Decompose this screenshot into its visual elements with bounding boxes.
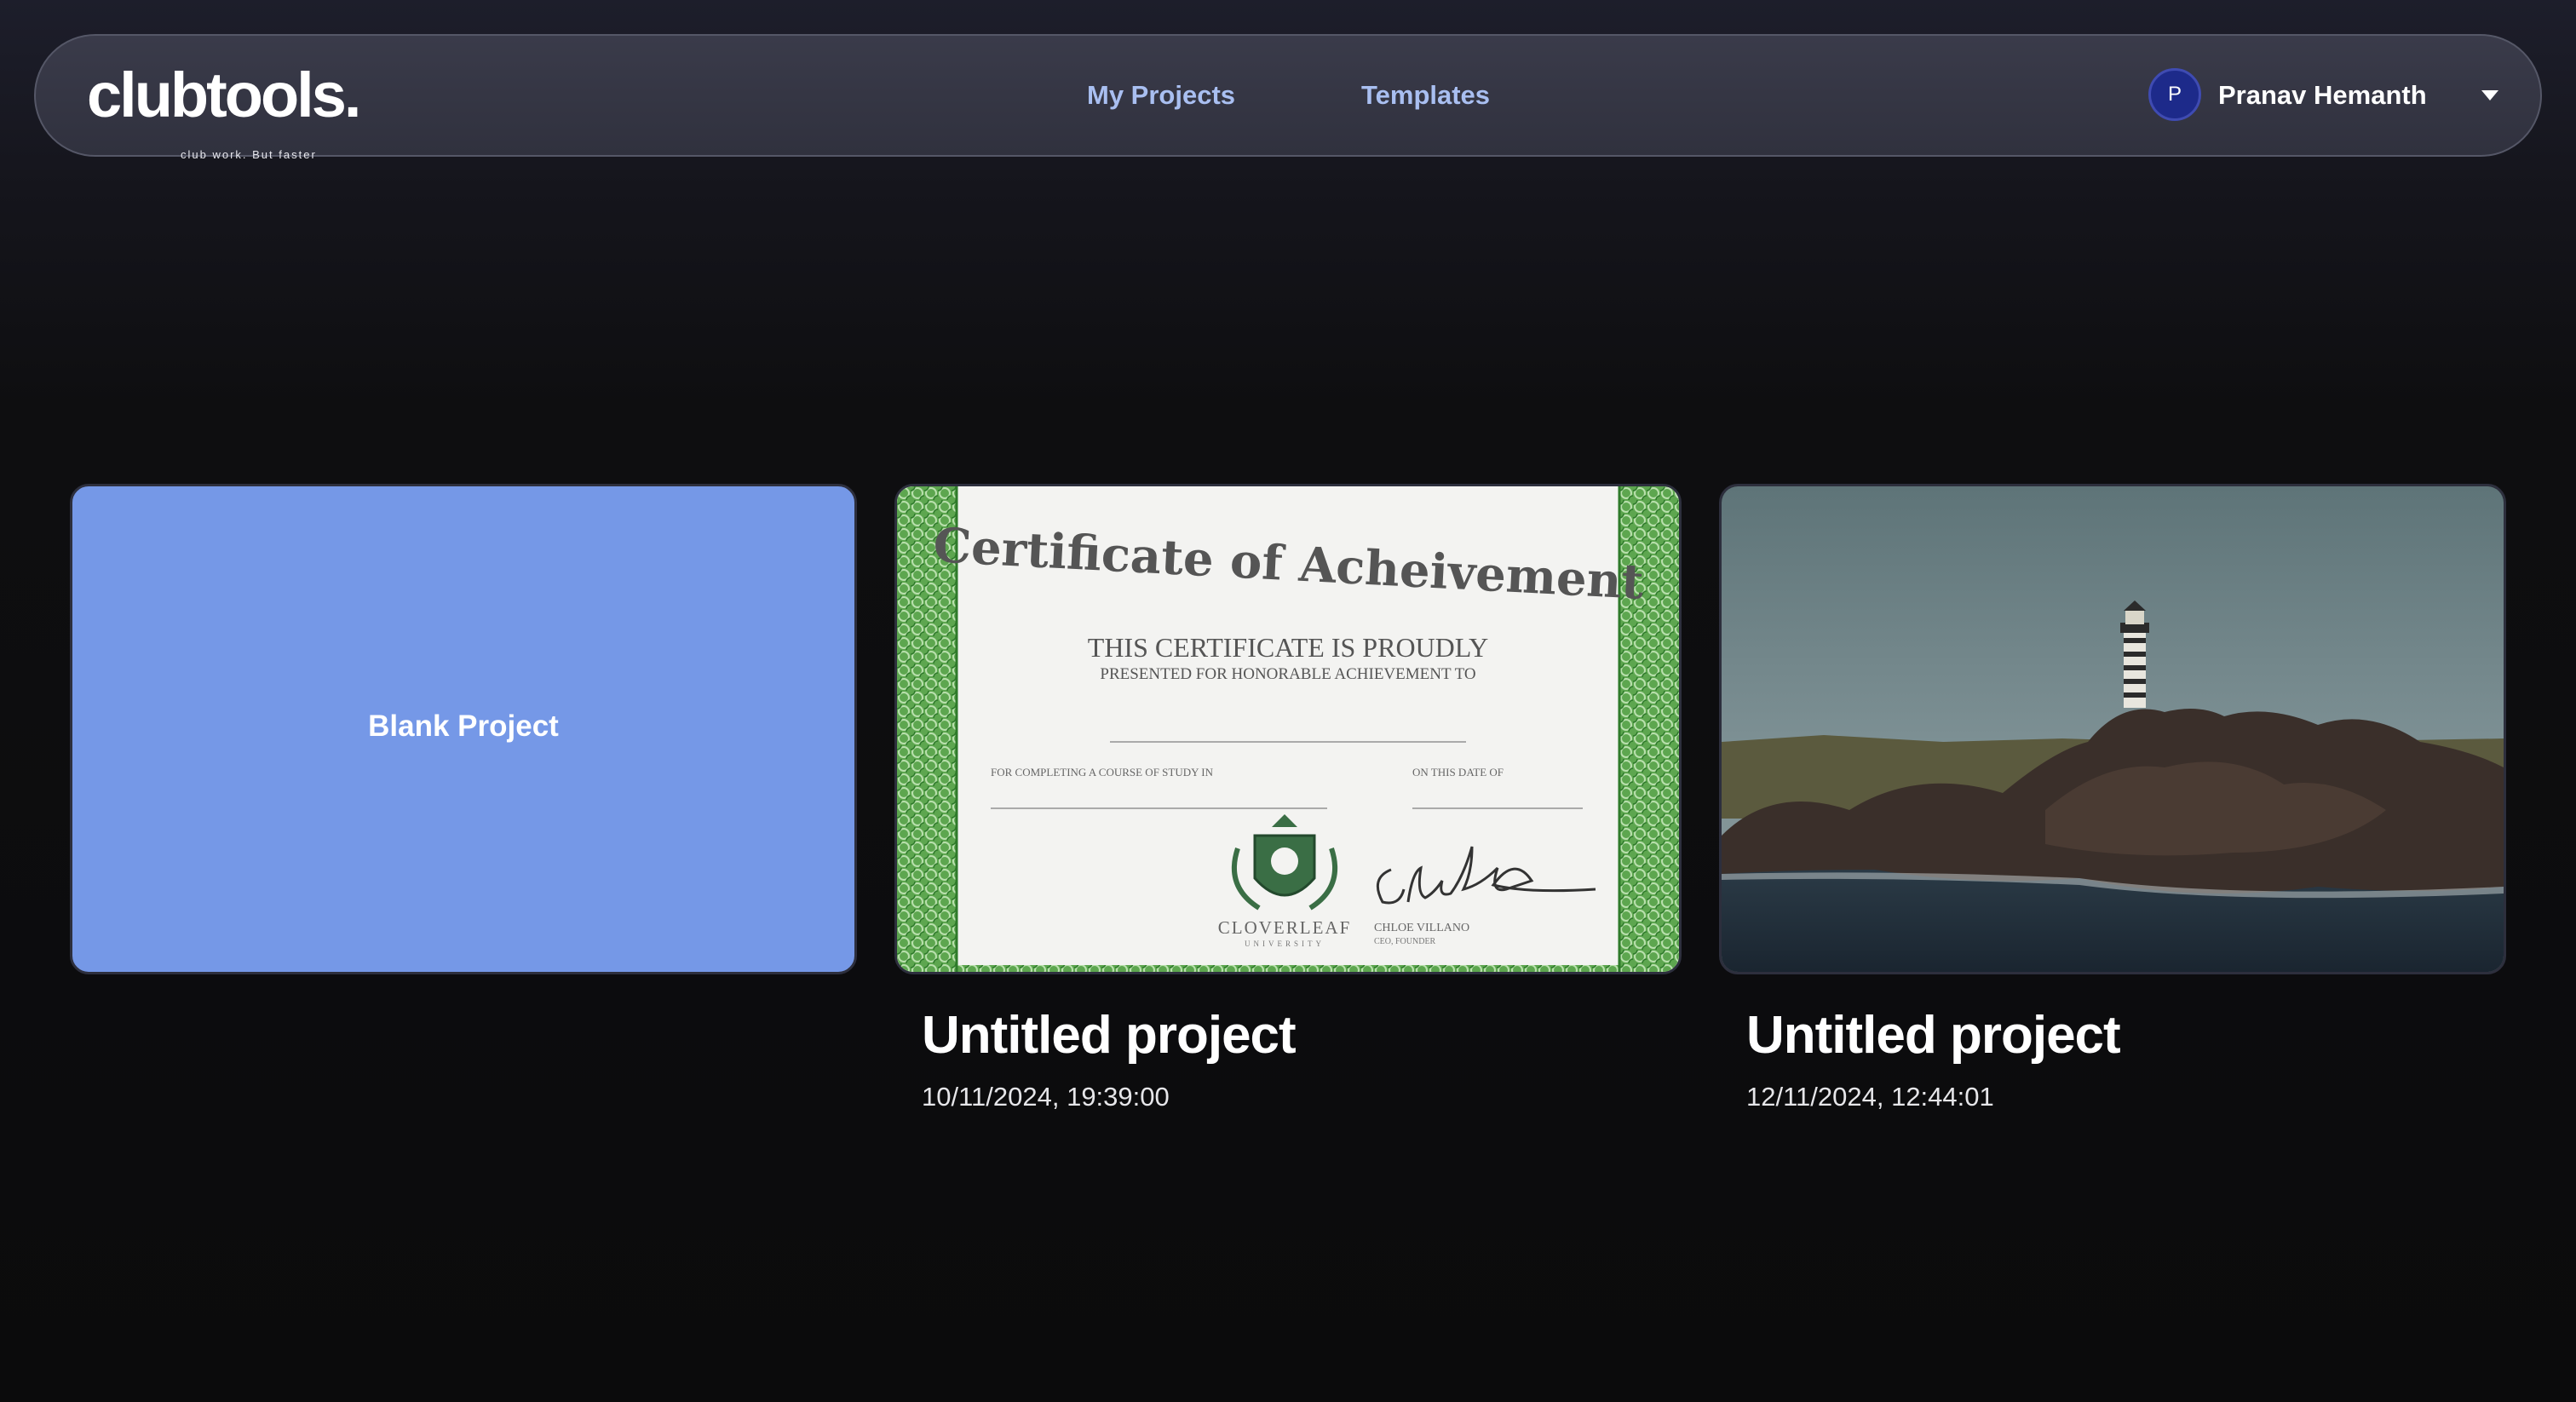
certificate-signer: CHLOE VILLANO <box>1374 922 1469 934</box>
lighthouse-thumbnail <box>1722 486 2504 972</box>
project-date: 10/11/2024, 19:39:00 <box>922 1082 1170 1112</box>
certificate-institution-sub: UNIVERSITY <box>1245 939 1325 948</box>
brand-name: clubtools. <box>87 60 361 130</box>
project-date: 12/11/2024, 12:44:01 <box>1746 1082 1994 1112</box>
certificate-field-right: ON THIS DATE OF <box>1412 766 1504 779</box>
caret-down-icon[interactable] <box>2481 89 2499 102</box>
user-name: Pranav Hemanth <box>2218 80 2427 110</box>
certificate-signer-role: CEO, FOUNDER <box>1374 937 1436 946</box>
project-title[interactable]: Untitled project <box>1746 1005 2121 1066</box>
project-title[interactable]: Untitled project <box>922 1005 1297 1066</box>
blank-project-card[interactable]: Blank Project <box>70 484 857 974</box>
project-card-thumbnail[interactable]: Certificate of Acheivement THIS CERTIFIC… <box>894 484 1682 974</box>
project-card-thumbnail[interactable] <box>1719 484 2506 974</box>
nav-templates[interactable]: Templates <box>1361 80 1490 111</box>
brand-tagline: club work. But faster <box>181 148 317 161</box>
user-menu[interactable]: P Pranav Hemanth <box>2148 68 2523 126</box>
certificate-line2: PRESENTED FOR HONORABLE ACHIEVEMENT TO <box>1100 665 1475 683</box>
certificate-field-left: FOR COMPLETING A COURSE OF STUDY IN <box>991 766 1214 779</box>
top-navbar: clubtools. club work. But faster My Proj… <box>34 34 2542 162</box>
nav-my-projects[interactable]: My Projects <box>1087 80 1235 111</box>
brand-logo[interactable]: clubtools. club work. But faster <box>87 61 361 162</box>
certificate-thumbnail: Certificate of Acheivement THIS CERTIFIC… <box>897 486 1679 972</box>
certificate-line1: THIS CERTIFICATE IS PROUDLY <box>1088 632 1488 663</box>
blank-project-label: Blank Project <box>368 710 559 743</box>
avatar: P <box>2148 68 2201 121</box>
certificate-institution: CLOVERLEAF <box>1218 917 1352 938</box>
